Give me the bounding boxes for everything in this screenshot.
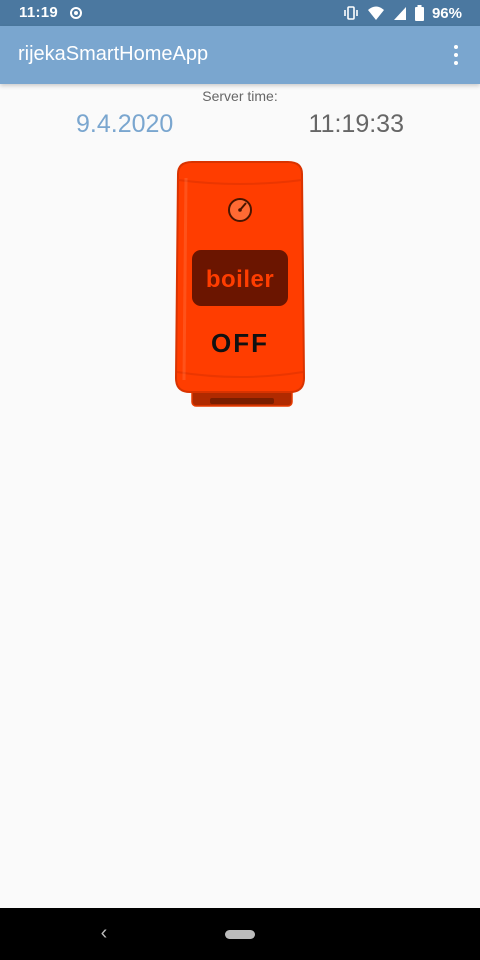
menu-dot [454, 45, 458, 49]
boiler-toggle[interactable]: boiler OFF [172, 158, 308, 412]
menu-dot [454, 61, 458, 65]
back-icon[interactable]: ‹ [96, 922, 112, 945]
battery-icon [414, 5, 424, 21]
app-bar: rijekaSmartHomeApp [0, 26, 480, 84]
wifi-icon [367, 6, 384, 20]
app-title: rijekaSmartHomeApp [18, 43, 209, 65]
location-icon [70, 7, 82, 19]
battery-percent: 96% [431, 4, 462, 22]
server-time-label: Server time: [202, 88, 278, 104]
boiler-state: OFF [211, 328, 269, 358]
server-clock: 11:19:33 [308, 110, 404, 138]
server-date: 9.4.2020 [76, 110, 174, 138]
status-time: 11:19 [19, 4, 59, 21]
status-icons: 96% [343, 3, 462, 23]
home-pill[interactable] [225, 930, 255, 939]
more-vert-icon[interactable] [446, 43, 466, 67]
navigation-bar: ‹ [0, 908, 480, 960]
signal-icon [393, 7, 406, 20]
status-bar: 11:19 96% [0, 0, 480, 26]
vibrate-icon [344, 6, 358, 20]
menu-dot [454, 53, 458, 57]
boiler-label: boiler [205, 266, 275, 293]
